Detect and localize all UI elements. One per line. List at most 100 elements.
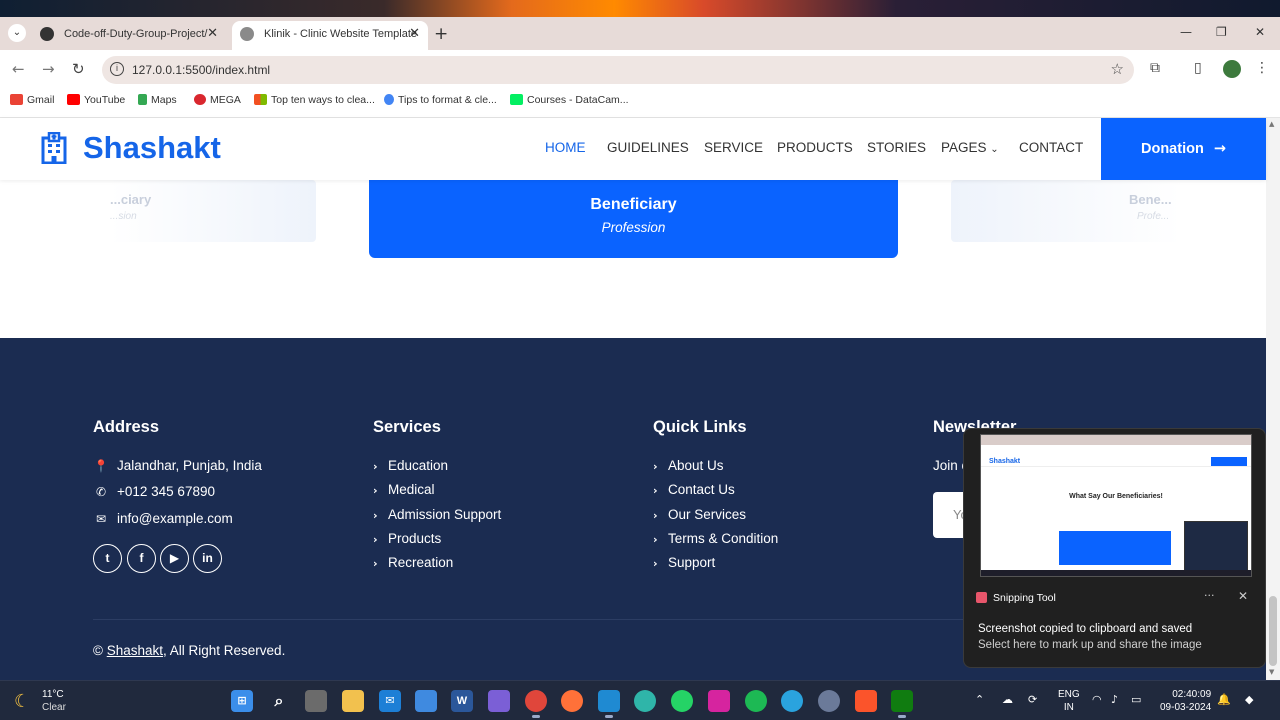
start-icon[interactable]: ⊞ bbox=[231, 690, 253, 712]
close-icon[interactable]: ✕ bbox=[1238, 589, 1248, 603]
site-info-icon[interactable]: i bbox=[110, 62, 124, 76]
scrollbar-thumb[interactable] bbox=[1269, 596, 1277, 666]
wifi-icon[interactable]: ◠ bbox=[1092, 693, 1102, 706]
globe-icon bbox=[240, 27, 254, 41]
nav-products[interactable]: PRODUCTS bbox=[777, 140, 853, 155]
extensions-icon[interactable]: ⧉ bbox=[1150, 60, 1160, 76]
battery-icon[interactable]: ▭ bbox=[1131, 693, 1141, 706]
youtube-icon[interactable]: ▶ bbox=[160, 544, 189, 573]
app-icon[interactable] bbox=[818, 690, 840, 712]
donation-button[interactable]: Donation → bbox=[1101, 118, 1266, 180]
address-location: 📍 Jalandhar, Punjab, India bbox=[93, 458, 262, 473]
language-indicator[interactable]: ENG IN bbox=[1058, 688, 1080, 714]
forward-button[interactable]: → bbox=[42, 60, 55, 78]
quick-link[interactable]: › Terms & Condition bbox=[653, 531, 778, 546]
address-bar[interactable]: i 127.0.0.1:5500/index.html ☆ bbox=[102, 56, 1134, 84]
close-window-button[interactable]: ✕ bbox=[1255, 25, 1265, 39]
task-view-icon[interactable] bbox=[305, 690, 327, 712]
system-clock[interactable]: 02:40:09 09-03-2024 bbox=[1160, 688, 1211, 714]
tab-github[interactable]: Code-off-Duty-Group-Project/ ✕ bbox=[32, 21, 226, 50]
quick-link[interactable]: › Our Services bbox=[653, 507, 746, 522]
more-options-icon[interactable]: ··· bbox=[1204, 589, 1215, 602]
service-link[interactable]: › Education bbox=[373, 458, 448, 473]
close-tab-icon[interactable]: ✕ bbox=[409, 21, 420, 47]
testimonial-card-active[interactable]: Beneficiary Profession bbox=[369, 180, 898, 258]
quick-links-heading: Quick Links bbox=[653, 418, 747, 436]
services-heading: Services bbox=[373, 418, 441, 436]
nav-stories[interactable]: STORIES bbox=[867, 140, 926, 155]
chrome-icon[interactable] bbox=[525, 690, 547, 718]
close-tab-icon[interactable]: ✕ bbox=[207, 21, 218, 47]
bookmark-datacamp[interactable]: Courses - DataCam... bbox=[510, 94, 629, 106]
sync-icon[interactable]: ⟳ bbox=[1028, 693, 1037, 706]
onedrive-icon[interactable]: ☁ bbox=[1002, 693, 1013, 706]
spotify-icon[interactable] bbox=[745, 690, 767, 712]
edge-icon[interactable] bbox=[634, 690, 656, 712]
reload-button[interactable]: ↻ bbox=[72, 60, 85, 78]
tab-klinik[interactable]: Klinik - Clinic Website Template ✕ bbox=[232, 21, 428, 50]
quick-link[interactable]: › Support bbox=[653, 555, 715, 570]
bookmark-tips[interactable]: Tips to format & cle... bbox=[384, 94, 497, 106]
tab-title: Klinik - Clinic Website Template bbox=[264, 28, 418, 40]
testimonial-card-left[interactable]: ...ciary ...sion bbox=[110, 180, 316, 242]
mail-icon[interactable]: ✉ bbox=[379, 690, 401, 712]
copilot-tray-icon[interactable]: ◆ bbox=[1245, 693, 1253, 706]
vscode-icon[interactable] bbox=[598, 690, 620, 718]
tray-chevron-icon[interactable]: ⌃ bbox=[975, 693, 984, 706]
beneficiary-profession: Profession bbox=[601, 220, 666, 235]
quick-link[interactable]: › Contact Us bbox=[653, 482, 735, 497]
bookmark-youtube[interactable]: YouTube bbox=[67, 94, 125, 106]
bookmark-star-icon[interactable]: ☆ bbox=[1111, 60, 1124, 78]
search-icon[interactable]: ⌕ bbox=[268, 690, 290, 712]
new-tab-button[interactable]: + bbox=[434, 24, 448, 44]
side-panel-icon[interactable]: ▯ bbox=[1194, 60, 1202, 76]
notification-bell-icon[interactable]: 🔔 bbox=[1217, 693, 1231, 706]
nav-contact[interactable]: CONTACT bbox=[1019, 140, 1083, 155]
page-scrollbar[interactable]: ▲ ▼ bbox=[1266, 118, 1280, 680]
profile-avatar[interactable] bbox=[1223, 60, 1241, 78]
service-link[interactable]: › Products bbox=[373, 531, 441, 546]
chevron-down-icon: ⌄ bbox=[990, 144, 999, 155]
service-link[interactable]: › Recreation bbox=[373, 555, 453, 570]
browser-menu-icon[interactable]: ⋮ bbox=[1255, 60, 1269, 76]
scroll-down-icon[interactable]: ▼ bbox=[1269, 668, 1274, 676]
telegram-icon[interactable] bbox=[781, 690, 803, 712]
screenshot-preview[interactable]: Shashakt What Say Our Beneficiaries! bbox=[980, 434, 1252, 577]
bookmark-maps[interactable]: Maps bbox=[138, 94, 177, 106]
snipping-notification[interactable]: Shashakt What Say Our Beneficiaries! Sni… bbox=[963, 428, 1266, 668]
nav-service[interactable]: SERVICE bbox=[704, 140, 763, 155]
whatsapp-icon[interactable] bbox=[671, 690, 693, 712]
bookmark-gmail[interactable]: Gmail bbox=[10, 94, 54, 106]
volume-icon[interactable]: ♪ bbox=[1111, 693, 1118, 706]
store-icon[interactable] bbox=[415, 690, 437, 712]
copilot-icon[interactable] bbox=[488, 690, 510, 712]
file-explorer-icon[interactable] bbox=[342, 690, 364, 712]
preview-taskbar bbox=[981, 570, 1251, 576]
nav-pages[interactable]: PAGES ⌄ bbox=[941, 140, 999, 155]
twitter-icon[interactable]: t bbox=[93, 544, 122, 573]
address-phone: ✆ +012 345 67890 bbox=[93, 484, 215, 499]
firefox-icon[interactable] bbox=[561, 690, 583, 712]
service-link[interactable]: › Medical bbox=[373, 482, 435, 497]
testimonial-card-right[interactable]: Bene... Profe... bbox=[951, 180, 1181, 242]
bookmark-mega[interactable]: MEGA bbox=[194, 94, 241, 106]
nav-guidelines[interactable]: GUIDELINES bbox=[607, 140, 689, 155]
back-button[interactable]: ← bbox=[12, 60, 25, 78]
xbox-icon[interactable] bbox=[891, 690, 913, 718]
minimize-button[interactable]: — bbox=[1180, 25, 1192, 39]
bookmark-top-ten[interactable]: Top ten ways to clea... bbox=[254, 94, 375, 106]
tab-search-icon[interactable]: ⌄ bbox=[8, 24, 26, 42]
copyright-brand-link[interactable]: Shashakt bbox=[107, 643, 163, 658]
preview-logo: Shashakt bbox=[989, 458, 1021, 465]
brave-icon[interactable] bbox=[855, 690, 877, 712]
restore-button[interactable]: ❐ bbox=[1216, 25, 1227, 39]
word-icon[interactable]: W bbox=[451, 690, 473, 712]
bookmarks-bar: Gmail YouTube Maps MEGA Top ten ways to … bbox=[0, 88, 1280, 118]
service-link[interactable]: › Admission Support bbox=[373, 507, 501, 522]
linkedin-icon[interactable]: in bbox=[193, 544, 222, 573]
scroll-up-icon[interactable]: ▲ bbox=[1269, 120, 1274, 128]
quick-link[interactable]: › About Us bbox=[653, 458, 724, 473]
facebook-icon[interactable]: f bbox=[127, 544, 156, 573]
instagram-icon[interactable] bbox=[708, 690, 730, 712]
nav-home[interactable]: HOME bbox=[545, 140, 586, 155]
